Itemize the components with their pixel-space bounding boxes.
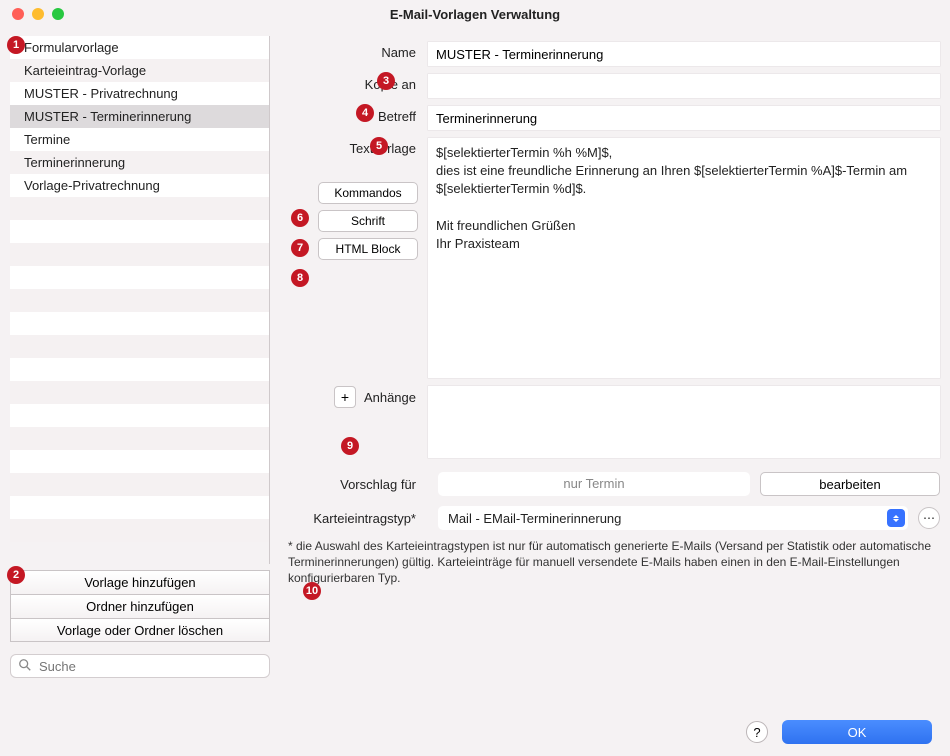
window-title: E-Mail-Vorlagen Verwaltung [0, 7, 950, 22]
list-item[interactable] [10, 358, 269, 381]
name-input[interactable] [428, 42, 940, 66]
list-item[interactable] [10, 496, 269, 519]
add-folder-button[interactable]: Ordner hinzufügen [10, 594, 270, 618]
annotation-badge-1: 1 [7, 36, 25, 54]
more-button[interactable]: ⋯ [918, 507, 940, 529]
list-item[interactable] [10, 289, 269, 312]
font-button[interactable]: Schrift [318, 210, 418, 232]
annotation-badge-6: 6 [291, 209, 309, 227]
annotation-badge-5: 5 [370, 137, 388, 155]
add-attachment-button[interactable]: + [334, 386, 356, 408]
list-item[interactable]: MUSTER - Privatrechnung [10, 82, 269, 105]
annotation-badge-7: 7 [291, 239, 309, 257]
list-item[interactable]: Formularvorlage [10, 36, 269, 59]
footnote-text: * die Auswahl des Karteieintragstypen is… [288, 538, 940, 587]
commands-button[interactable]: Kommandos [318, 182, 418, 204]
list-item[interactable] [10, 197, 269, 220]
list-item[interactable] [10, 381, 269, 404]
html-block-button[interactable]: HTML Block [318, 238, 418, 260]
list-item[interactable] [10, 312, 269, 335]
titlebar: E-Mail-Vorlagen Verwaltung [0, 0, 950, 28]
list-item[interactable] [10, 335, 269, 358]
list-item[interactable] [10, 266, 269, 289]
list-item[interactable] [10, 243, 269, 266]
entry-type-value: Mail - EMail-Terminerinnerung [448, 511, 621, 526]
help-button[interactable]: ? [746, 721, 768, 743]
add-template-button[interactable]: Vorlage hinzufügen [10, 570, 270, 594]
suggest-for-label: Vorschlag für [288, 477, 428, 492]
template-textarea[interactable]: $[selektierterTermin %h %M]$, dies ist e… [428, 138, 940, 378]
list-item[interactable] [10, 519, 269, 542]
list-item[interactable] [10, 473, 269, 496]
list-item[interactable] [10, 220, 269, 243]
template-list[interactable]: Formularvorlage Karteieintrag-Vorlage MU… [10, 36, 270, 564]
list-item[interactable]: Karteieintrag-Vorlage [10, 59, 269, 82]
attachments-label: Anhänge [364, 390, 416, 405]
list-item[interactable] [10, 427, 269, 450]
annotation-badge-9: 9 [341, 437, 359, 455]
search-input[interactable] [10, 654, 270, 678]
delete-button[interactable]: Vorlage oder Ordner löschen [10, 618, 270, 642]
subject-input[interactable] [428, 106, 940, 130]
ok-button[interactable]: OK [782, 720, 932, 744]
suggest-for-display: nur Termin [438, 472, 750, 496]
annotation-badge-2: 2 [7, 566, 25, 584]
list-item[interactable]: MUSTER - Terminerinnerung [10, 105, 269, 128]
copy-to-label: Kopie an [288, 74, 428, 92]
annotation-badge-8: 8 [291, 269, 309, 287]
search-icon [18, 658, 32, 672]
list-item[interactable] [10, 404, 269, 427]
annotation-badge-4: 4 [356, 104, 374, 122]
list-item[interactable] [10, 450, 269, 473]
copy-to-input[interactable] [428, 74, 940, 98]
name-label: Name [288, 42, 428, 60]
edit-button[interactable]: bearbeiten [760, 472, 940, 496]
attachments-box[interactable] [428, 386, 940, 458]
list-item[interactable]: Terminerinnerung [10, 151, 269, 174]
entry-type-select[interactable]: Mail - EMail-Terminerinnerung [438, 506, 908, 530]
annotation-badge-10: 10 [303, 582, 321, 600]
list-item[interactable]: Termine [10, 128, 269, 151]
dropdown-arrow-icon [887, 509, 905, 527]
list-item[interactable]: Vorlage-Privatrechnung [10, 174, 269, 197]
entry-type-label: Karteieintragstyp* [288, 511, 428, 526]
annotation-badge-3: 3 [377, 72, 395, 90]
